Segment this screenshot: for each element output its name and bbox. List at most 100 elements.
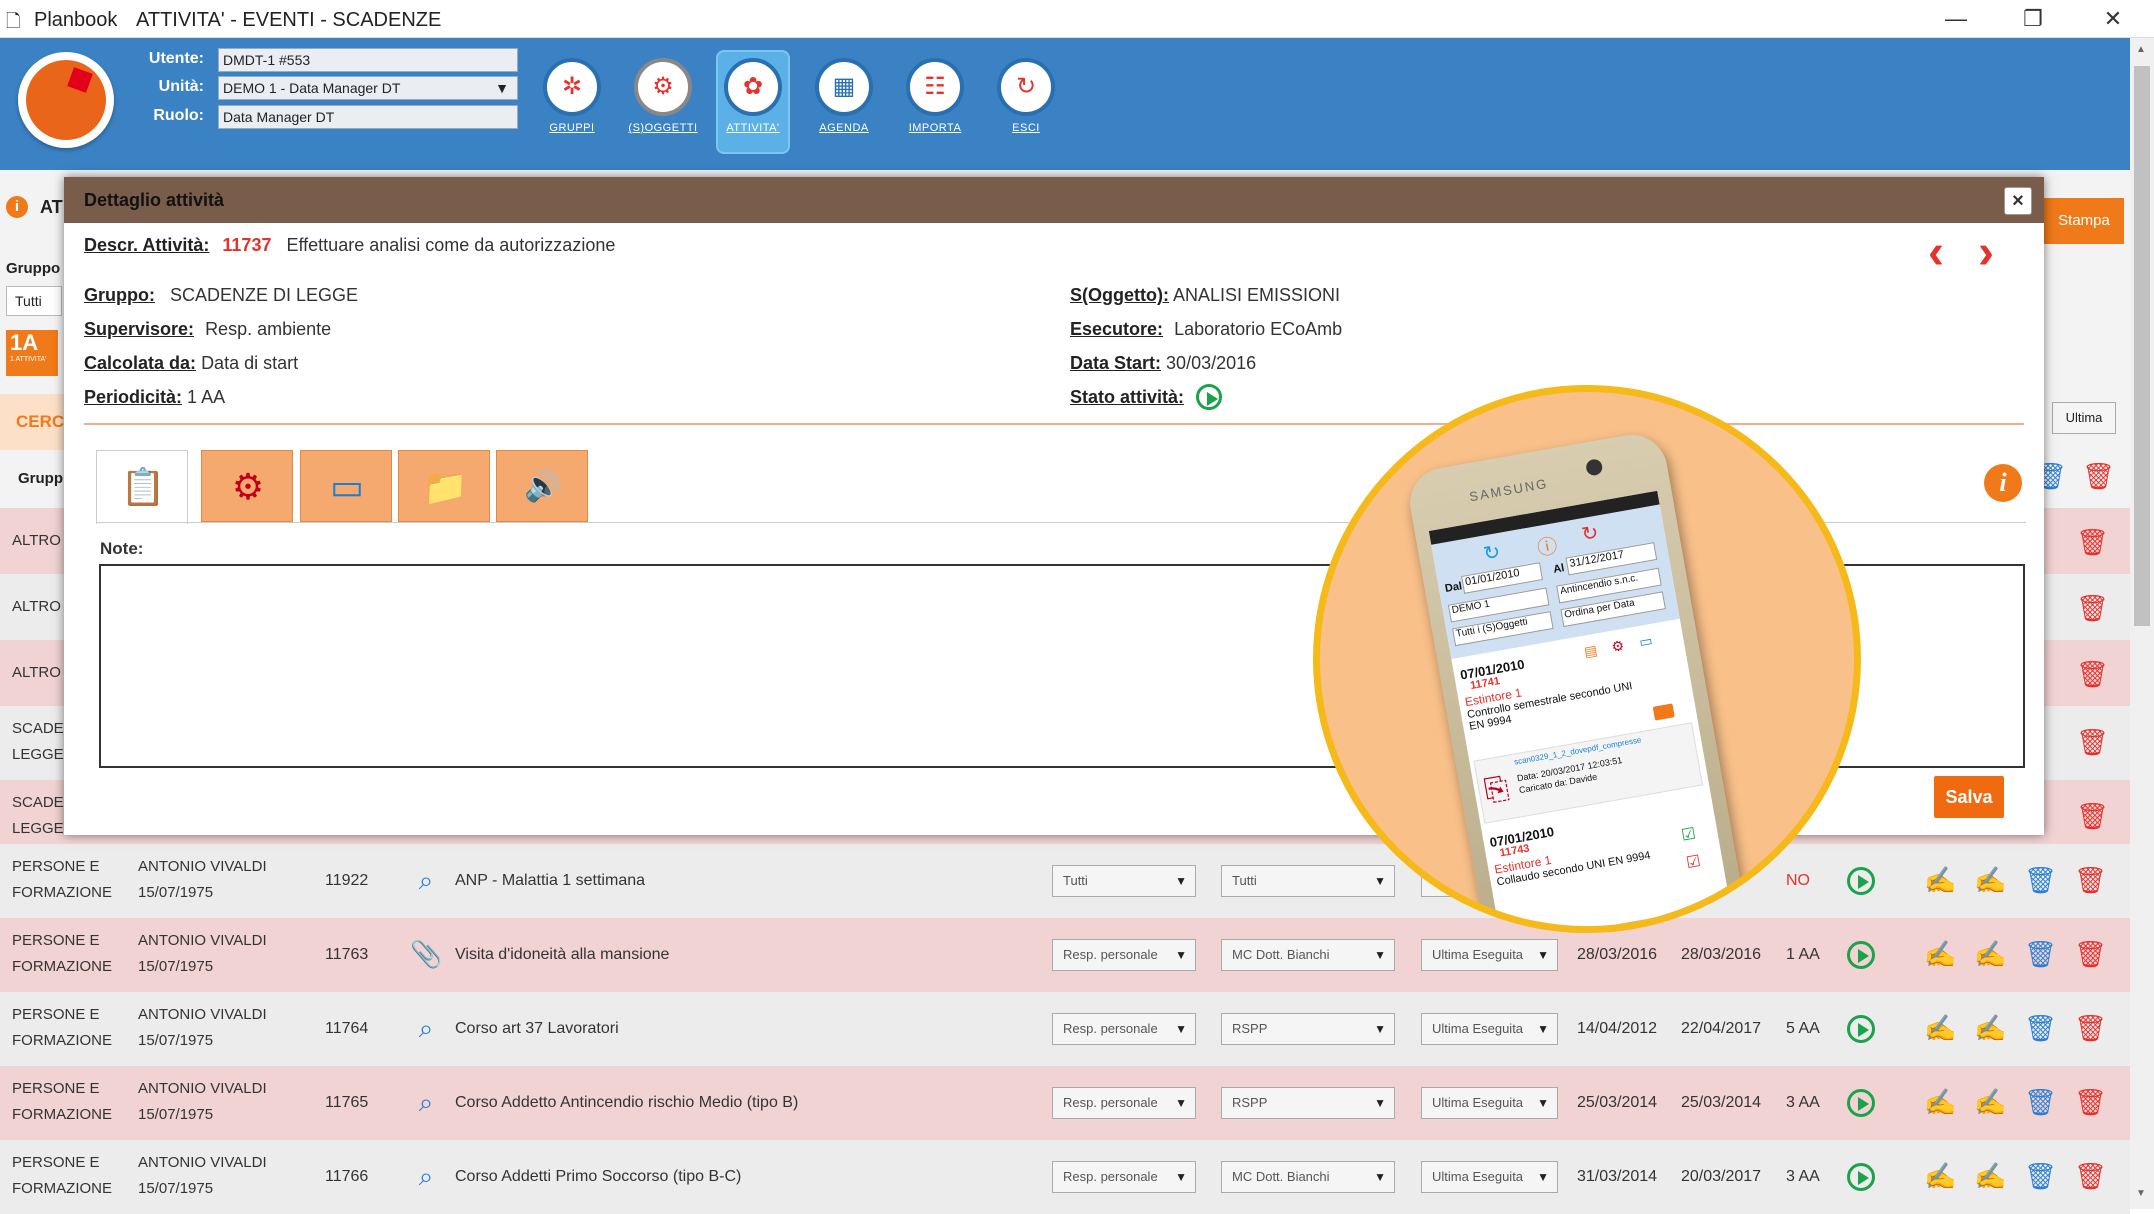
trash-icon[interactable]: 🗑 xyxy=(2074,1086,2107,1118)
trash-icon[interactable]: 🗑 xyxy=(2074,1160,2107,1192)
close-button[interactable]: ✕ xyxy=(2093,5,2133,33)
nav-soggetti[interactable]: ⚙ (S)OGGETTI xyxy=(628,52,698,152)
search-icon[interactable]: ⌕ xyxy=(410,1012,442,1044)
trash-icon[interactable]: 🗑 xyxy=(2074,1012,2107,1044)
import-icon: ☷ xyxy=(906,58,964,116)
calc-select[interactable]: Ultima Eseguita ▼ xyxy=(1421,1087,1558,1119)
sign-icon[interactable]: ✍ xyxy=(1924,864,1956,896)
play-status-icon[interactable] xyxy=(1196,384,1222,410)
salva-button[interactable]: Salva xyxy=(1934,776,2004,818)
table-row[interactable]: PERSONE E FORMAZIONE ANTONIO VIVALDI 15/07/… xyxy=(0,1140,2130,1214)
play-status-icon[interactable] xyxy=(1847,1089,1875,1117)
sign-icon[interactable]: ✍ xyxy=(1974,1086,2006,1118)
next-arrow-icon[interactable]: › xyxy=(1978,229,1994,277)
calc-select[interactable]: Ultima Eseguita ▼ xyxy=(1421,1161,1558,1193)
search-icon[interactable]: ⌕ xyxy=(410,1086,442,1118)
previous-arrow-icon[interactable]: ‹ xyxy=(1928,229,1944,277)
sign-icon[interactable]: ✍ xyxy=(1924,1160,1956,1192)
cell-text: PERSONE E xyxy=(12,1154,100,1171)
trash-icon[interactable]: 🗑 xyxy=(2074,864,2107,896)
dialog-title: Dettaglio attività xyxy=(84,190,225,210)
trash-icon[interactable]: 🗑 xyxy=(2074,938,2107,970)
sign-icon[interactable]: ✍ xyxy=(1924,1012,1956,1044)
scrollbar-thumb[interactable] xyxy=(2134,66,2150,626)
trash-icon[interactable]: 🗑 xyxy=(2024,1012,2057,1044)
tab-folder[interactable]: 📁 xyxy=(398,450,490,522)
trash-icon[interactable]: 🗑 xyxy=(2082,460,2115,492)
nav-agenda[interactable]: ▦ AGENDA xyxy=(809,52,879,152)
ruolo-field[interactable]: Data Manager DT xyxy=(218,105,518,129)
nav-esci[interactable]: ↻ ESCI xyxy=(991,52,1061,152)
sign-icon[interactable]: ✍ xyxy=(1974,1012,2006,1044)
calc-select[interactable]: Ultima Eseguita ▼ xyxy=(1421,1013,1558,1045)
play-status-icon[interactable] xyxy=(1847,1015,1875,1043)
sign-icon[interactable]: ✍ xyxy=(1924,938,1956,970)
nav-importa[interactable]: ☷ IMPORTA xyxy=(900,52,970,152)
trash-icon[interactable]: 🗑 xyxy=(2024,864,2057,896)
table-row[interactable]: PERSONE E FORMAZIONE ANTONIO VIVALDI 15/07/… xyxy=(0,844,2130,918)
executor-select[interactable]: Tutti ▼ xyxy=(1221,865,1395,897)
trash-icon[interactable]: 🗑 xyxy=(2024,1086,2057,1118)
row-group: ALTRO xyxy=(12,532,61,549)
supervisor-select[interactable]: Resp. personale ▼ xyxy=(1052,939,1196,971)
play-status-icon[interactable] xyxy=(1847,1163,1875,1191)
nav-gruppi[interactable]: ✲ GRUPPI xyxy=(537,52,607,152)
supervisor-select[interactable]: Resp. personale ▼ xyxy=(1052,1087,1196,1119)
search-icon[interactable]: ⌕ xyxy=(410,864,442,896)
table-row[interactable]: PERSONE E FORMAZIONE ANTONIO VIVALDI 15/07/… xyxy=(0,992,2130,1066)
utente-field[interactable]: DMDT-1 #553 xyxy=(218,48,518,72)
nav-attivita[interactable]: ✿ ATTIVITA' xyxy=(718,52,788,152)
sign-icon[interactable]: ✍ xyxy=(1974,864,2006,896)
table-row[interactable]: PERSONE E FORMAZIONE ANTONIO VIVALDI 15/07/… xyxy=(0,1066,2130,1140)
executor-select[interactable]: RSPP ▼ xyxy=(1221,1087,1395,1119)
stampa-button[interactable]: Stampa xyxy=(2044,198,2124,244)
trash-icon[interactable]: 🗑 xyxy=(2076,592,2109,624)
minimize-button[interactable]: — xyxy=(1936,5,1976,33)
calc-select[interactable]: Ultima Eseguita ▼ xyxy=(1421,939,1558,971)
calendar-icon: ▦ xyxy=(815,58,873,116)
trash-icon[interactable]: 🗑 xyxy=(2024,938,2057,970)
tab-archive[interactable]: ▭ xyxy=(300,450,392,522)
row-periodicity: 1 AA xyxy=(1786,946,1820,963)
vertical-scrollbar[interactable]: ▲ ▼ xyxy=(2130,38,2154,1209)
play-status-icon[interactable] xyxy=(1847,941,1875,969)
executor-select[interactable]: MC Dott. Bianchi ▼ xyxy=(1221,1161,1395,1193)
gruppo-filter[interactable]: Tutti xyxy=(6,286,62,316)
sign-icon[interactable]: ✍ xyxy=(1924,1086,1956,1118)
table-row[interactable]: PERSONE E FORMAZIONE ANTONIO VIVALDI 15/07/… xyxy=(0,918,2130,992)
paperclip-icon[interactable]: 📎 xyxy=(410,938,442,970)
scroll-down-icon[interactable]: ▼ xyxy=(2136,1188,2146,1199)
folder-icon: 📁 xyxy=(422,466,468,507)
tab-people[interactable]: ⚙ xyxy=(201,450,293,522)
play-status-icon[interactable] xyxy=(1847,867,1875,895)
tab-notes[interactable]: 📋 xyxy=(96,450,188,524)
supervisor-select[interactable]: Tutti ▼ xyxy=(1052,865,1196,897)
dialog-close-button[interactable]: × xyxy=(2004,187,2032,215)
row-periodicity: 3 AA xyxy=(1786,1168,1820,1185)
activity-count-badge: 1A 1 ATTIVITA' xyxy=(6,330,58,376)
scroll-up-icon[interactable]: ▲ xyxy=(2136,44,2146,55)
trash-icon[interactable]: 🗑 xyxy=(2076,800,2109,832)
maximize-button[interactable]: ❐ xyxy=(2013,5,2053,33)
esecutore-label: Esecutore: xyxy=(1070,319,1164,339)
search-icon[interactable]: ⌕ xyxy=(410,1160,442,1192)
executor-select[interactable]: RSPP ▼ xyxy=(1221,1013,1395,1045)
row-periodicity: 5 AA xyxy=(1786,1020,1820,1037)
row-group: PERSONE E FORMAZIONE xyxy=(12,1002,112,1054)
unita-select[interactable]: DEMO 1 - Data Manager DT ▼ xyxy=(218,76,518,100)
trash-icon[interactable]: 🗑 xyxy=(2076,726,2109,758)
supervisor-select[interactable]: Resp. personale ▼ xyxy=(1052,1013,1196,1045)
ultima-button[interactable]: Ultima xyxy=(2052,402,2116,434)
sign-icon[interactable]: ✍ xyxy=(1974,1160,2006,1192)
sign-icon[interactable]: ✍ xyxy=(1974,938,2006,970)
gruppo-value: SCADENZE DI LEGGE xyxy=(170,285,359,305)
executor-select[interactable]: MC Dott. Bianchi ▼ xyxy=(1221,939,1395,971)
info-icon[interactable]: i xyxy=(1984,464,2022,502)
trash-icon[interactable]: 🗑 xyxy=(2024,1160,2057,1192)
trash-icon[interactable]: 🗑 xyxy=(2076,658,2109,690)
supervisor-select[interactable]: Resp. personale ▼ xyxy=(1052,1161,1196,1193)
trash-icon[interactable]: 🗑 xyxy=(2076,526,2109,558)
tab-sound[interactable]: 🔊 xyxy=(496,450,588,522)
cell-text: Ultima Eseguita xyxy=(1432,947,1524,962)
cerca-label: CERC xyxy=(16,412,65,431)
